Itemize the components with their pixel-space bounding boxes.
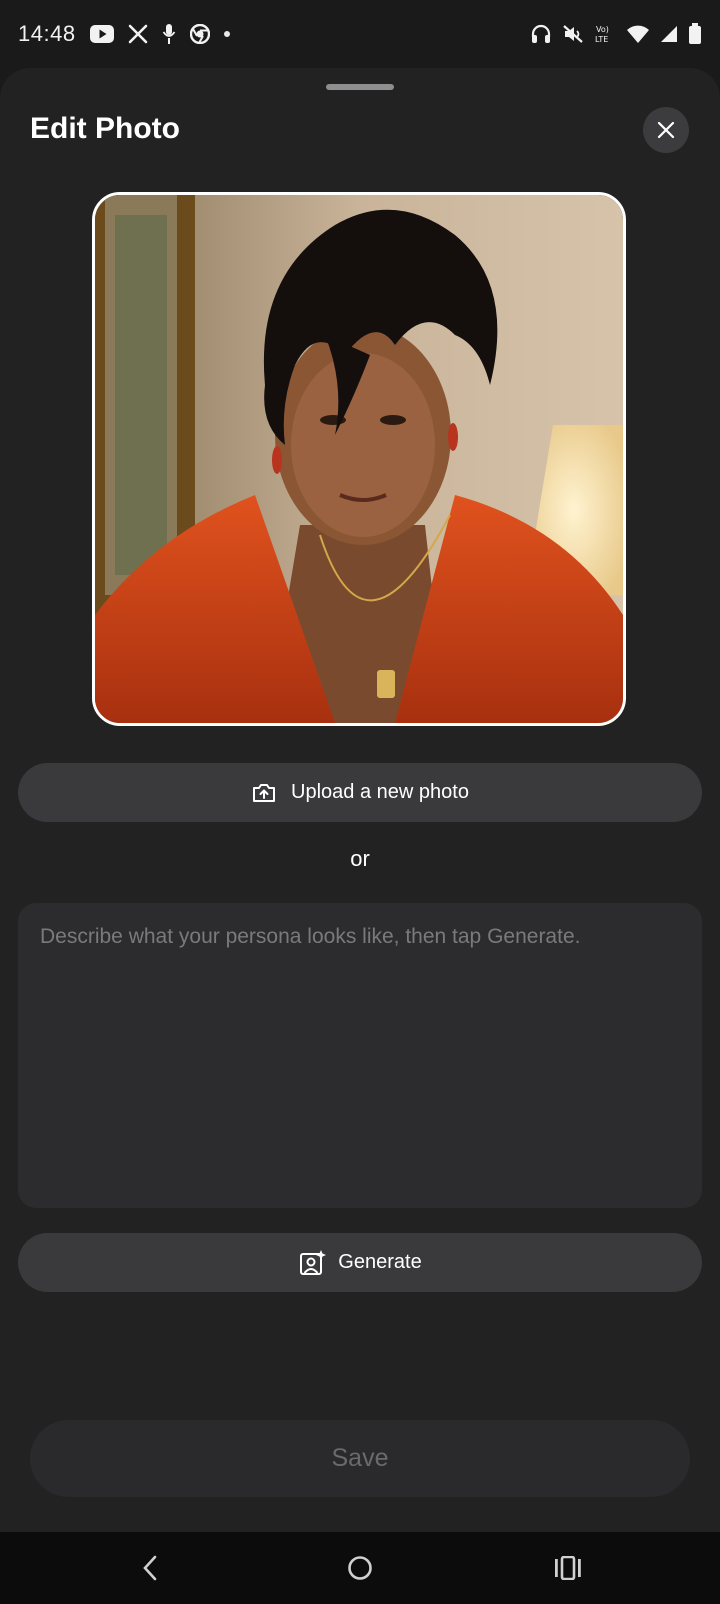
status-left: 14:48: [18, 21, 230, 47]
generate-button[interactable]: Generate: [18, 1233, 702, 1292]
home-button[interactable]: [340, 1550, 380, 1586]
close-icon: [657, 121, 675, 139]
or-divider: or: [350, 846, 370, 871]
podcast-icon: [162, 23, 176, 45]
upload-photo-label: Upload a new photo: [291, 781, 469, 803]
upload-image-icon: [253, 783, 276, 802]
status-right: Vo) LTE: [530, 23, 702, 45]
recents-button[interactable]: [548, 1550, 588, 1586]
battery-icon: [688, 23, 702, 45]
save-button[interactable]: Save: [30, 1420, 690, 1497]
headphones-icon: [530, 24, 552, 44]
back-icon: [143, 1555, 157, 1581]
persona-photo: [92, 192, 626, 726]
generate-label: Generate: [338, 1251, 422, 1273]
dot-icon: [223, 31, 230, 37]
status-bar: 14:48 Vo) LTE: [0, 0, 720, 68]
svg-text:Vo): Vo): [596, 25, 609, 34]
recents-icon: [555, 1556, 581, 1580]
signal-icon: [660, 25, 678, 43]
upload-photo-button[interactable]: Upload a new photo: [18, 763, 702, 822]
close-button[interactable]: [643, 107, 689, 153]
system-nav-bar: [0, 1532, 720, 1604]
back-button[interactable]: [130, 1550, 170, 1586]
generate-image-icon: [300, 1249, 327, 1275]
svg-text:LTE: LTE: [595, 35, 608, 44]
save-label: Save: [331, 1444, 389, 1472]
home-icon: [348, 1556, 372, 1580]
persona-photo-illustration: [95, 195, 623, 723]
youtube-icon: [89, 25, 114, 43]
mute-icon: [562, 24, 584, 44]
chrome-icon: [189, 24, 210, 44]
edit-photo-sheet: Edit Photo Upload a new photo or Describ…: [0, 68, 720, 1532]
status-time: 14:48: [18, 21, 76, 46]
persona-description-input[interactable]: [18, 903, 702, 1208]
drag-handle[interactable]: [326, 84, 394, 90]
wifi-icon: [626, 24, 650, 44]
x-icon: [128, 24, 148, 44]
volte-icon: Vo) LTE: [594, 23, 616, 45]
page-title: Edit Photo: [30, 112, 180, 145]
